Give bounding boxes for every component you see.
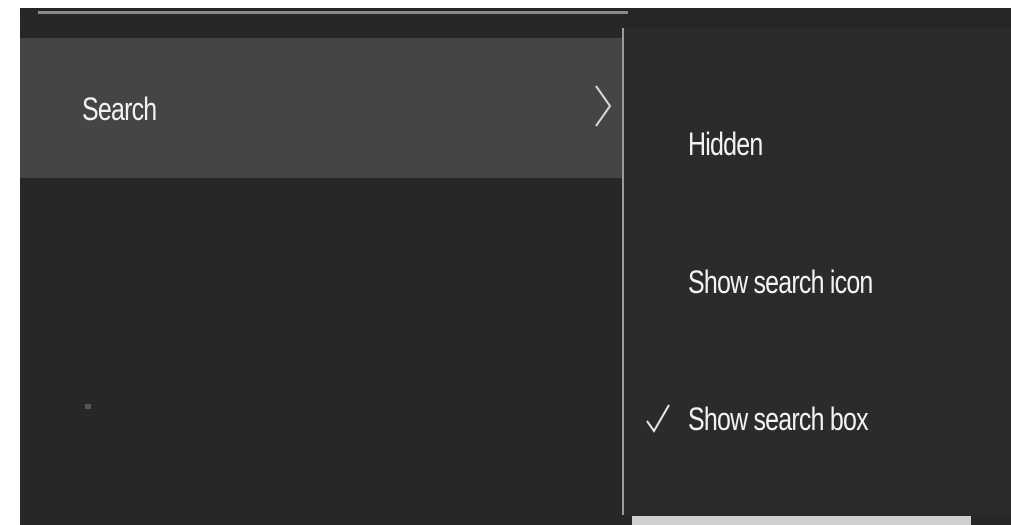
search-menu-label: Search xyxy=(82,91,157,127)
search-menu-item[interactable]: Search xyxy=(20,38,624,178)
top-strip xyxy=(20,0,1011,8)
submenu-item-show-search-box[interactable]: Show search box xyxy=(624,375,1011,455)
submenu-item-show-search-icon[interactable]: Show search icon xyxy=(624,238,1011,318)
check-icon xyxy=(646,404,670,433)
context-menu-screenshot: Search Hidden Show search icon Show sear… xyxy=(20,0,1011,525)
bottom-edge xyxy=(632,516,971,525)
submenu-item-label: Show search icon xyxy=(688,264,873,300)
menu-speck xyxy=(85,404,91,409)
search-submenu: Hidden Show search icon Show search box xyxy=(622,28,1011,515)
submenu-item-hidden[interactable]: Hidden xyxy=(624,100,1011,180)
submenu-item-label: Hidden xyxy=(688,126,763,162)
taskbar-context-menu: Search xyxy=(20,14,624,525)
submenu-item-label: Show search box xyxy=(688,401,869,437)
chevron-right-icon xyxy=(595,85,612,127)
